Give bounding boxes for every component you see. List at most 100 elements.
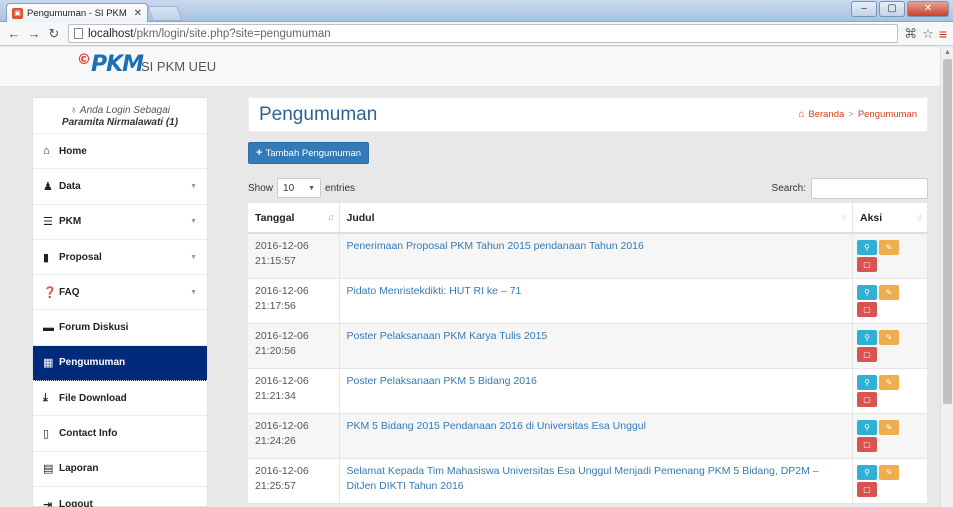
tab-title: Pengumuman - SI PKM U [27, 7, 130, 19]
edit-button[interactable]: ✎ [879, 330, 899, 345]
search-input[interactable] [811, 177, 928, 199]
home-icon: ⌂ [43, 145, 50, 158]
tab-close-icon[interactable]: ✕ [134, 8, 142, 19]
close-window-button[interactable]: ✕ [907, 1, 949, 17]
back-icon[interactable]: ← [6, 26, 22, 41]
minimize-button[interactable]: – [851, 1, 877, 17]
date-value: 2016-12-06 [255, 420, 309, 432]
title-cell[interactable]: Poster Pelaksanaan PKM 5 Bidang 2016 [339, 368, 853, 414]
scroll-up-icon[interactable]: ▲ [941, 47, 953, 59]
add-announcement-button[interactable]: + Tambah Pengumuman [248, 142, 370, 164]
column-header-aksi[interactable]: Aksi ↓↑ [852, 203, 928, 234]
download-icon: ⤓ [43, 391, 48, 404]
time-value: 21:15:57 [255, 255, 296, 267]
sidebar-item-pkm[interactable]: ☰ PKM ▼ [33, 205, 207, 240]
column-header-tanggal[interactable]: Tanggal ↓↑ [248, 203, 340, 234]
edit-button[interactable]: ✎ [879, 465, 899, 480]
edit-button[interactable]: ✎ [879, 375, 899, 390]
title-cell[interactable]: Pidato Menristekdikti: HUT RI ke – 71 [339, 278, 853, 324]
sidebar-item-contact[interactable]: ▯ Contact Info [33, 416, 207, 452]
breadcrumb-home[interactable]: Beranda [808, 109, 844, 120]
star-icon[interactable]: ☆ [922, 26, 934, 42]
sidebar-item-pengumuman[interactable]: ▦ Pengumuman [33, 345, 207, 382]
view-button[interactable]: ⚲ [857, 285, 877, 300]
announcement-title-link[interactable]: Poster Pelaksanaan PKM Karya Tulis 2015 [347, 330, 548, 342]
site-header: ©PKM SI PKM UEU [0, 47, 940, 87]
delete-button[interactable]: ▢ [857, 437, 877, 452]
sidebar-item-home[interactable]: ⌂ Home [33, 134, 207, 170]
browser-tab[interactable]: ▣ Pengumuman - SI PKM U ✕ [6, 3, 148, 22]
url-input[interactable]: localhost/pkm/login/site.php?site=pengum… [68, 24, 899, 43]
title-cell[interactable]: Poster Pelaksanaan PKM Karya Tulis 2015 [339, 323, 853, 369]
sidebar-item-label: Data [59, 180, 81, 192]
sidebar-item-faq[interactable]: ❓ FAQ ▼ [33, 275, 207, 311]
sidebar-item-laporan[interactable]: ▤ Laporan [33, 452, 207, 487]
action-cell: ⚲ ✎ ▢ [852, 458, 928, 504]
entries-label: entries [325, 182, 356, 194]
new-tab-button[interactable] [147, 6, 183, 21]
view-button[interactable]: ⚲ [857, 330, 877, 345]
sidebar-item-proposal[interactable]: ▮ Proposal ▼ [33, 240, 207, 276]
delete-button[interactable]: ▢ [857, 302, 877, 317]
brand-name[interactable]: SI PKM UEU [141, 59, 216, 74]
announcement-title-link[interactable]: Pidato Menristekdikti: HUT RI ke – 71 [347, 285, 522, 297]
view-button[interactable]: ⚲ [857, 240, 877, 255]
table-header-row: Tanggal ↓↑ Judul ↓↑ Aksi ↓↑ [248, 203, 928, 234]
sort-icon: ↓↑ [916, 212, 923, 222]
announcement-table: Tanggal ↓↑ Judul ↓↑ Aksi ↓↑ 2016-12-06 21:15… [248, 203, 928, 504]
announcement-title-link[interactable]: PKM 5 Bidang 2015 Pendanaan 2016 di Univ… [347, 420, 646, 432]
column-header-judul[interactable]: Judul ↓↑ [339, 203, 853, 234]
edit-button[interactable]: ✎ [879, 420, 899, 435]
entries-select[interactable]: 10 ▼ [277, 178, 322, 198]
login-user: Paramita Nirmalawati (1) [61, 117, 179, 128]
date-cell: 2016-12-06 21:25:57 [248, 458, 340, 504]
maximize-button[interactable]: ▢ [879, 1, 905, 17]
table-row: 2016-12-06 21:15:57 Penerimaan Proposal PK… [248, 233, 928, 279]
sidebar-item-forum[interactable]: ▬ Forum Diskusi [33, 310, 207, 346]
logo-swoosh-icon: © [77, 52, 91, 68]
date-value: 2016-12-06 [255, 240, 309, 252]
edit-button[interactable]: ✎ [879, 285, 899, 300]
sidebar-item-file-download[interactable]: ⤓ File Download [33, 381, 207, 417]
phone-icon: ▯ [43, 428, 50, 441]
view-button[interactable]: ⚲ [857, 375, 877, 390]
announcement-title-link[interactable]: Poster Pelaksanaan PKM 5 Bidang 2016 [347, 375, 537, 387]
time-value: 21:25:57 [255, 480, 296, 492]
delete-button[interactable]: ▢ [857, 482, 877, 497]
page-header: Pengumuman ⌂ Beranda > Pengumuman [248, 97, 928, 132]
time-value: 21:17:56 [255, 300, 296, 312]
main-content: Pengumuman ⌂ Beranda > Pengumuman + Tamb… [248, 97, 928, 507]
delete-button[interactable]: ▢ [857, 347, 877, 362]
edit-button[interactable]: ✎ [879, 240, 899, 255]
title-cell[interactable]: PKM 5 Bidang 2015 Pendanaan 2016 di Univ… [339, 413, 853, 459]
breadcrumb: ⌂ Beranda > Pengumuman [798, 109, 917, 120]
date-cell: 2016-12-06 21:17:56 [248, 278, 340, 324]
view-button[interactable]: ⚲ [857, 420, 877, 435]
view-button[interactable]: ⚲ [857, 465, 877, 480]
announcement-title-link[interactable]: Penerimaan Proposal PKM Tahun 2015 penda… [347, 240, 644, 252]
scroll-thumb[interactable] [943, 59, 952, 404]
action-cell: ⚲ ✎ ▢ [852, 413, 928, 459]
title-cell[interactable]: Penerimaan Proposal PKM Tahun 2015 penda… [339, 233, 853, 279]
page-scrollbar[interactable]: ▲ [940, 47, 953, 507]
search-label: Search: [771, 182, 806, 194]
plus-icon: + [256, 147, 263, 159]
delete-button[interactable]: ▢ [857, 392, 877, 407]
title-cell[interactable]: Selamat Kepada Tim Mahasiswa Universitas… [339, 458, 853, 504]
browser-titlebar: ▣ Pengumuman - SI PKM U ✕ – ▢ ✕ [0, 0, 953, 22]
table-row: 2016-12-06 21:20:56 Poster Pelaksanaan PKM… [248, 323, 928, 369]
sidebar-item-data[interactable]: ♟ Data ▼ [33, 169, 207, 205]
reload-icon[interactable]: ↻ [46, 26, 62, 42]
table-controls: Show 10 ▼ entries Search: [248, 177, 928, 199]
delete-button[interactable]: ▢ [857, 257, 877, 272]
announcement-title-link[interactable]: Selamat Kepada Tim Mahasiswa Universitas… [347, 465, 819, 492]
forward-icon[interactable]: → [26, 26, 42, 41]
table-row: 2016-12-06 21:21:34 Poster Pelaksanaan PKM… [248, 368, 928, 414]
entries-value: 10 [283, 182, 295, 194]
sidebar-item-logout[interactable]: ⇥ Logout [33, 487, 207, 507]
menu-icon[interactable]: ≡ [939, 26, 947, 42]
translate-icon[interactable]: ⌘ [904, 26, 917, 42]
show-label: Show [248, 182, 274, 194]
book-icon: ▮ [43, 251, 50, 264]
pkm-logo[interactable]: ©PKM [77, 52, 144, 77]
